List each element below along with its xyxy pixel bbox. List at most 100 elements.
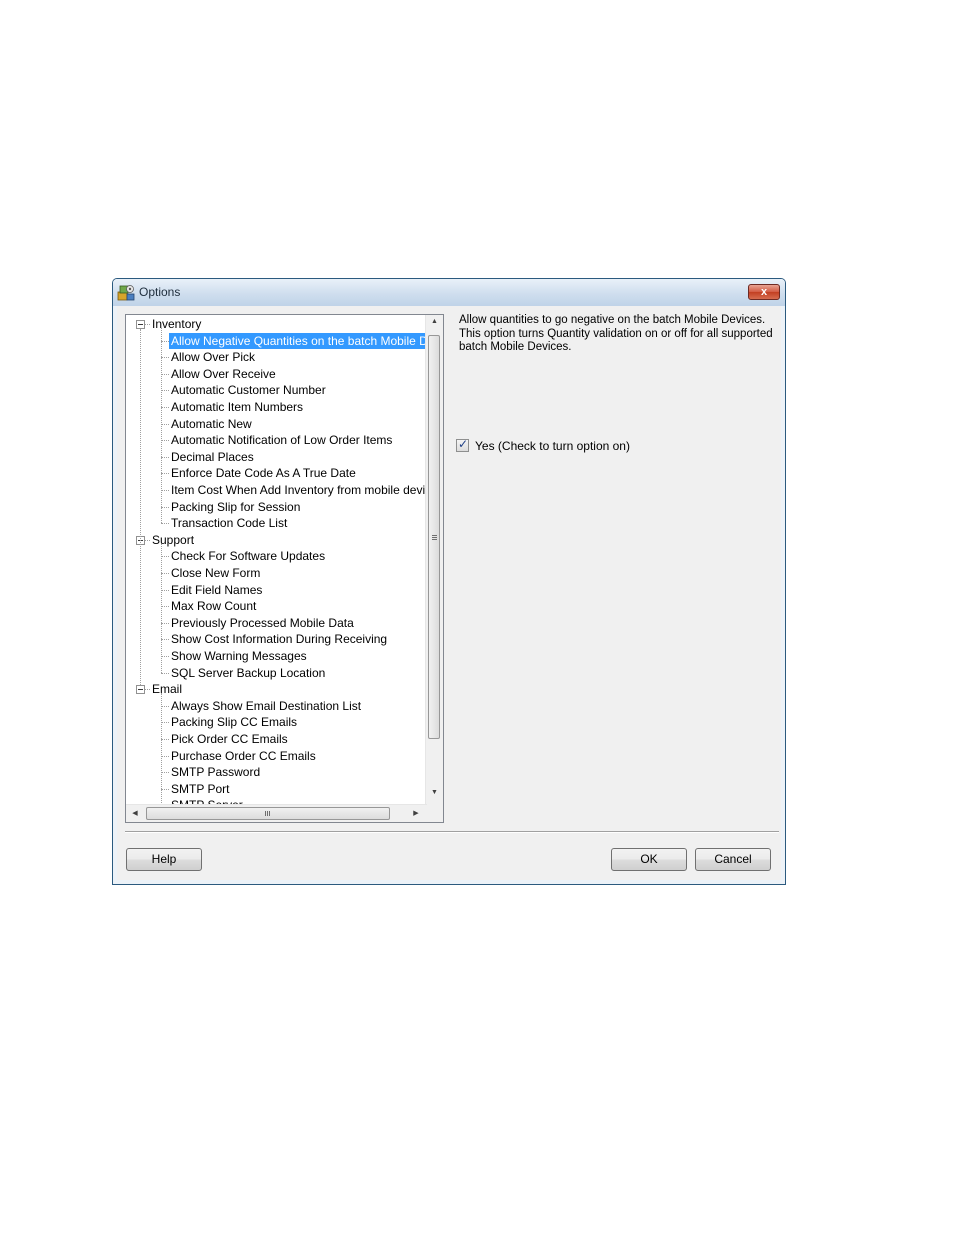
tree-connector bbox=[161, 456, 169, 458]
tree-group-label[interactable]: Inventory bbox=[150, 316, 203, 332]
tree-connector bbox=[161, 656, 169, 657]
tree-item[interactable]: Automatic Notification of Low Order Item… bbox=[126, 432, 426, 448]
tree-item[interactable]: Enforce Date Code As A True Date bbox=[126, 465, 426, 481]
vertical-scroll-thumb[interactable] bbox=[428, 335, 440, 739]
tree-connector bbox=[161, 573, 169, 574]
cancel-button[interactable]: Cancel bbox=[695, 848, 771, 871]
tree-item-label[interactable]: Allow Over Receive bbox=[169, 366, 278, 382]
options-dialog: Options x Inventory Allow Negative Quanti… bbox=[112, 278, 786, 885]
tree-connector bbox=[161, 755, 169, 757]
help-button[interactable]: Help bbox=[126, 848, 202, 871]
tree-item-label[interactable]: Automatic Item Numbers bbox=[169, 399, 305, 415]
scroll-corner bbox=[426, 805, 443, 822]
tree-item[interactable]: SMTP Password bbox=[126, 764, 426, 780]
tree-connector bbox=[161, 788, 169, 790]
tree-item-label[interactable]: SMTP Password bbox=[169, 764, 262, 780]
tree-connector bbox=[161, 357, 169, 359]
tree-group-support[interactable]: Support bbox=[126, 532, 426, 548]
ok-button[interactable]: OK bbox=[611, 848, 687, 871]
tree-item[interactable]: Automatic Item Numbers bbox=[126, 399, 426, 415]
tree-group-label[interactable]: Support bbox=[150, 532, 196, 548]
tree-item[interactable]: Packing Slip CC Emails bbox=[126, 714, 426, 730]
scroll-up-icon[interactable]: ▲ bbox=[426, 318, 443, 325]
scroll-down-icon[interactable]: ▼ bbox=[426, 789, 443, 796]
tree-group-email[interactable]: Email bbox=[126, 681, 426, 697]
tree-group-label[interactable]: Email bbox=[150, 681, 184, 697]
tree-item[interactable]: Allow Negative Quantities on the batch M… bbox=[126, 332, 427, 349]
tree-item-label[interactable]: Show Warning Messages bbox=[169, 648, 309, 664]
tree-item-label[interactable]: Pick Order CC Emails bbox=[169, 731, 290, 747]
tree-item-label[interactable]: Decimal Places bbox=[169, 449, 256, 465]
tree-item[interactable]: Show Warning Messages bbox=[126, 648, 426, 664]
tree-group-inventory[interactable]: Inventory bbox=[126, 316, 426, 332]
tree-connector bbox=[161, 606, 169, 608]
tree-connector bbox=[161, 373, 169, 375]
tree-connector bbox=[161, 622, 169, 624]
collapse-icon[interactable] bbox=[136, 320, 145, 329]
tree-item[interactable]: Decimal Places bbox=[126, 449, 426, 465]
tree-item-label[interactable]: Show Cost Information During Receiving bbox=[169, 631, 389, 647]
collapse-icon[interactable] bbox=[136, 685, 145, 695]
window-title: Options bbox=[139, 285, 181, 299]
options-tree[interactable]: Inventory Allow Negative Quantities on th… bbox=[125, 314, 444, 823]
tree-item[interactable]: Close New Form bbox=[126, 565, 426, 581]
horizontal-scroll-thumb[interactable] bbox=[146, 807, 390, 820]
title-bar[interactable]: Options x bbox=[113, 279, 785, 306]
tree-item-label[interactable]: Item Cost When Add Inventory from mobile… bbox=[169, 482, 427, 498]
tree-item-label[interactable]: SMTP Port bbox=[169, 781, 231, 797]
tree-item-label[interactable]: Close New Form bbox=[169, 565, 262, 581]
tree-item-label[interactable]: Enforce Date Code As A True Date bbox=[169, 465, 358, 481]
tree-item-label[interactable]: Always Show Email Destination List bbox=[169, 698, 363, 714]
tree-item[interactable]: Show Cost Information During Receiving bbox=[126, 631, 426, 647]
tree-item-label[interactable]: Transaction Code List bbox=[169, 515, 289, 531]
tree-item[interactable]: Max Row Count bbox=[126, 598, 426, 614]
tree-item[interactable]: Allow Over Receive bbox=[126, 366, 426, 382]
tree-item[interactable]: Check For Software Updates bbox=[126, 548, 426, 564]
tree-item-label[interactable]: Previously Processed Mobile Data bbox=[169, 615, 356, 631]
description-line: Allow quantities to go negative on the b… bbox=[459, 314, 766, 326]
option-checkbox[interactable]: ✓ bbox=[456, 437, 469, 452]
tree-item-label[interactable]: Purchase Order CC Emails bbox=[169, 748, 318, 764]
tree-item-label[interactable]: Automatic Customer Number bbox=[169, 382, 328, 398]
tree-item[interactable]: Edit Field Names bbox=[126, 582, 426, 598]
tree-item[interactable]: Previously Processed Mobile Data bbox=[126, 615, 426, 631]
thumb-grip-line bbox=[432, 539, 437, 540]
tree-connector bbox=[161, 490, 169, 491]
tree-item[interactable]: Packing Slip for Session bbox=[126, 499, 426, 515]
tree-item[interactable]: Allow Over Pick bbox=[126, 349, 426, 365]
tree-item-label[interactable]: Packing Slip CC Emails bbox=[169, 714, 299, 730]
close-button[interactable]: x bbox=[748, 284, 780, 300]
tree-item[interactable]: SMTP Port bbox=[126, 781, 426, 797]
tree-item[interactable]: Always Show Email Destination List bbox=[126, 698, 426, 714]
tree-item-label[interactable]: Max Row Count bbox=[169, 598, 258, 614]
tree-item[interactable]: Item Cost When Add Inventory from mobile… bbox=[126, 482, 427, 498]
option-checkbox-label[interactable]: Yes (Check to turn option on) bbox=[475, 439, 630, 453]
tree-item-label[interactable]: Edit Field Names bbox=[169, 582, 264, 598]
tree-item[interactable]: Purchase Order CC Emails bbox=[126, 748, 426, 764]
tree-item-label[interactable]: Check For Software Updates bbox=[169, 548, 327, 564]
tree-item[interactable]: Transaction Code List bbox=[126, 515, 426, 531]
tree-item-label[interactable]: Automatic Notification of Low Order Item… bbox=[169, 432, 394, 448]
horizontal-scrollbar[interactable]: ◀ ▶ bbox=[126, 804, 427, 822]
thumb-grip-line bbox=[269, 811, 270, 816]
tree-connector bbox=[161, 473, 169, 475]
tree-item-label[interactable]: Allow Over Pick bbox=[169, 349, 257, 365]
tree-connector bbox=[140, 329, 141, 686]
tree-item[interactable]: Automatic New bbox=[126, 416, 426, 432]
tree-item-label[interactable]: Automatic New bbox=[169, 416, 254, 432]
tree-connector bbox=[161, 340, 169, 342]
footer-separator bbox=[125, 831, 779, 833]
tree-connector bbox=[161, 440, 169, 442]
tree-item-label-selected[interactable]: Allow Negative Quantities on the batch M… bbox=[169, 332, 427, 349]
tree-item-label[interactable]: Packing Slip for Session bbox=[169, 499, 302, 515]
vertical-scrollbar[interactable]: ▲ ▼ bbox=[425, 315, 443, 806]
scroll-left-icon[interactable]: ◀ bbox=[130, 809, 140, 817]
tree-connector bbox=[161, 328, 162, 524]
tree-item[interactable]: Automatic Customer Number bbox=[126, 382, 426, 398]
tree-item[interactable]: Pick Order CC Emails bbox=[126, 731, 426, 747]
tree-item[interactable]: SQL Server Backup Location bbox=[126, 665, 426, 681]
tree-connector bbox=[161, 543, 162, 673]
tree-item-label[interactable]: SQL Server Backup Location bbox=[169, 665, 327, 681]
description-line: batch Mobile Devices. bbox=[459, 341, 572, 353]
scroll-right-icon[interactable]: ▶ bbox=[411, 809, 421, 817]
